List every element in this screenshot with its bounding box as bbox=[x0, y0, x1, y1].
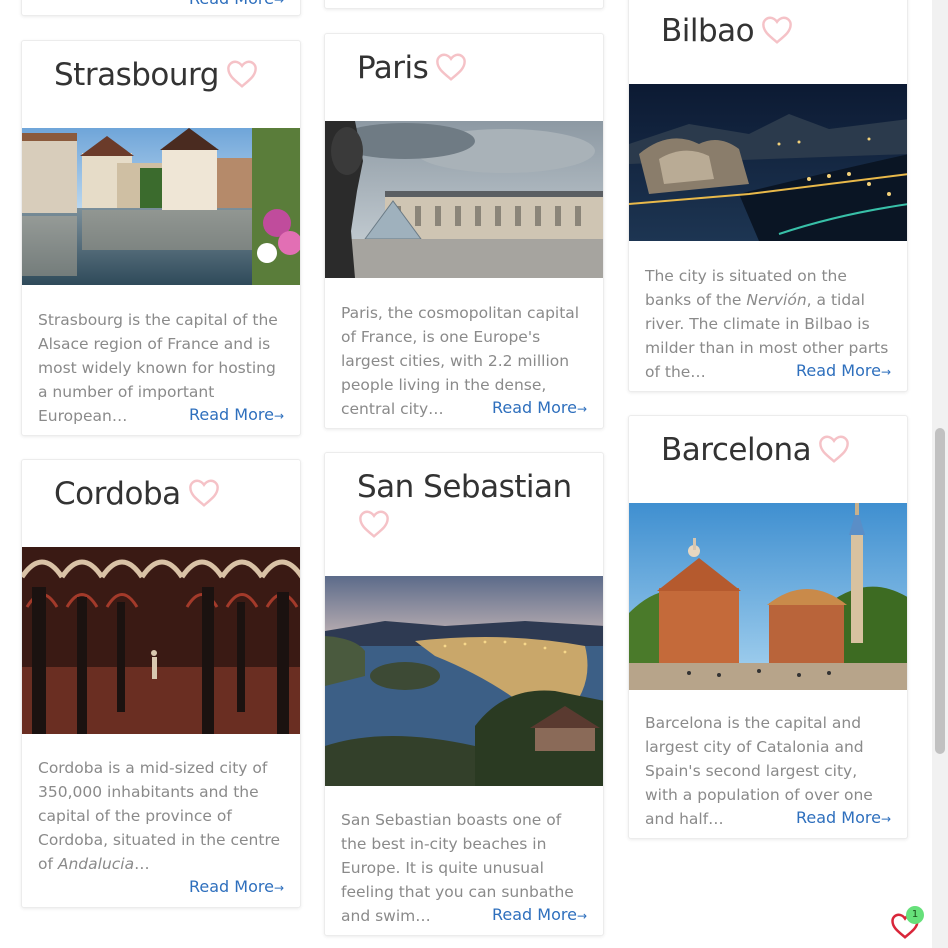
read-more-link[interactable]: Read More→ bbox=[189, 405, 284, 424]
heart-outline-icon[interactable] bbox=[817, 434, 851, 464]
arrow-icon: → bbox=[273, 0, 284, 7]
heart-outline-icon[interactable] bbox=[357, 509, 391, 539]
card-strasbourg: Strasbourg Strasbourg is the capital of … bbox=[21, 40, 301, 436]
read-more-link[interactable]: Read More→ bbox=[796, 808, 891, 827]
read-more-link[interactable]: Read More→ bbox=[492, 398, 587, 417]
card-paris: Paris Paris, the cosmopolitan capital of… bbox=[324, 33, 604, 429]
card-barcelona: Barcelona Barcelona is the capital and l… bbox=[628, 415, 908, 839]
favorites-count-badge: 1 bbox=[906, 906, 924, 924]
city-photo bbox=[22, 547, 300, 734]
heart-outline-icon[interactable] bbox=[187, 478, 221, 508]
read-more-link[interactable]: Read More→ bbox=[796, 361, 891, 380]
card-title: Barcelona bbox=[661, 432, 812, 468]
arrow-icon: → bbox=[273, 409, 284, 423]
arrow-icon: → bbox=[273, 881, 284, 895]
scrollbar[interactable] bbox=[932, 0, 948, 948]
read-more-label: Read More bbox=[188, 877, 274, 896]
card-san-sebastian: San Sebastian San Sebastian boasts one o bbox=[324, 452, 604, 936]
read-more-link[interactable]: Read More→ bbox=[189, 877, 284, 896]
read-more-link[interactable]: Read More→ bbox=[189, 0, 284, 8]
card-description: Cordoba is a mid-sized city of 350,000 i… bbox=[38, 759, 281, 873]
arrow-icon: → bbox=[576, 909, 587, 923]
card-bilbao: Bilbao The city is situated on the banks… bbox=[628, 0, 908, 392]
read-more-label: Read More bbox=[188, 405, 274, 424]
card-partial-top-middle bbox=[324, 0, 604, 9]
heart-outline-icon[interactable] bbox=[225, 59, 259, 89]
card-title: Cordoba bbox=[54, 476, 181, 512]
city-photo bbox=[22, 128, 300, 285]
card-cordoba: Cordoba Cordoba is a mid-sized city of 3… bbox=[21, 459, 301, 908]
read-more-label: Read More bbox=[795, 361, 881, 380]
card-partial-top-left: Read More→ bbox=[21, 0, 301, 16]
arrow-icon: → bbox=[880, 365, 891, 379]
card-title: Paris bbox=[357, 50, 429, 86]
card-title: Strasbourg bbox=[54, 57, 219, 93]
arrow-icon: → bbox=[880, 812, 891, 826]
read-more-label: Read More bbox=[491, 398, 577, 417]
favorites-button[interactable]: 1 bbox=[888, 906, 924, 942]
city-photo bbox=[629, 84, 907, 241]
city-photo bbox=[325, 576, 603, 786]
heart-outline-icon[interactable] bbox=[434, 52, 468, 82]
city-photo bbox=[629, 503, 907, 690]
scrollbar-thumb[interactable] bbox=[935, 428, 945, 754]
heart-outline-icon[interactable] bbox=[760, 15, 794, 45]
card-title: San Sebastian bbox=[357, 469, 572, 505]
read-more-label: Read More bbox=[189, 0, 274, 8]
card-title: Bilbao bbox=[661, 13, 755, 49]
read-more-label: Read More bbox=[795, 808, 881, 827]
read-more-label: Read More bbox=[491, 905, 577, 924]
arrow-icon: → bbox=[576, 402, 587, 416]
read-more-link[interactable]: Read More→ bbox=[492, 905, 587, 924]
city-photo bbox=[325, 121, 603, 278]
